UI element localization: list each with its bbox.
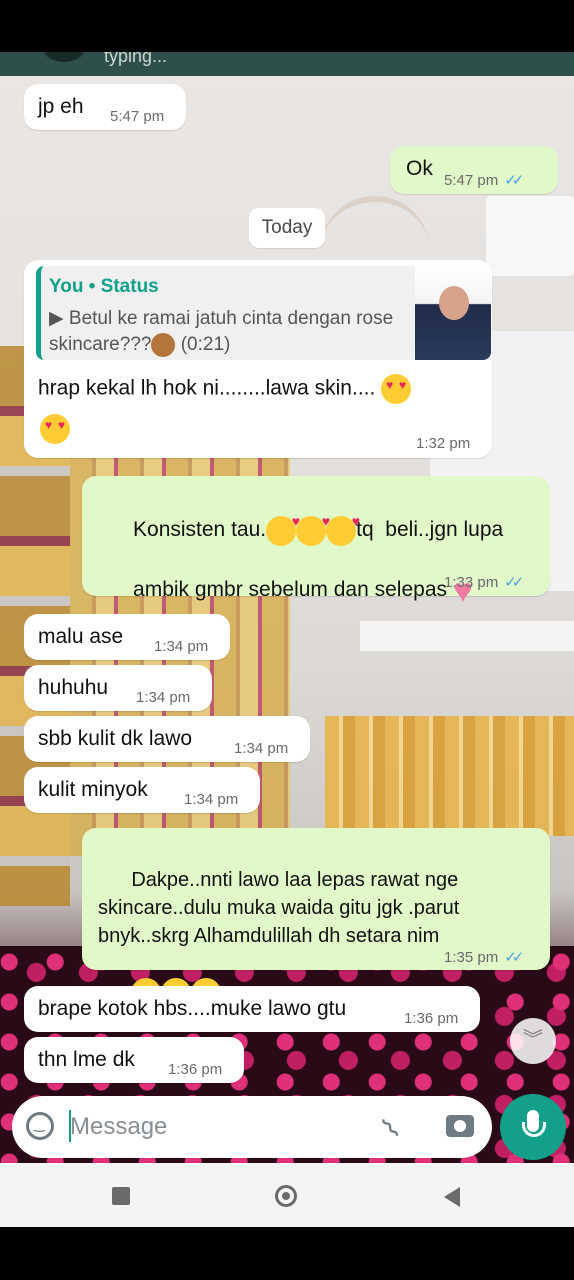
message-time: 1:35 pm ✓✓ <box>444 949 524 966</box>
message-time: 1:36 pm <box>168 1061 223 1078</box>
heart-eyes-emoji <box>40 414 70 444</box>
read-receipt-icon: ✓✓ <box>504 574 524 591</box>
heart-eyes-emoji <box>381 374 412 404</box>
message-time: 1:32 pm <box>416 435 471 452</box>
message-incoming[interactable]: malu ase 1:34 pm <box>24 614 230 660</box>
message-text: kulit minyok <box>38 778 148 801</box>
attach-icon[interactable]: ⌇ <box>375 1111 407 1145</box>
message-time: 1:34 pm <box>234 740 289 757</box>
message-time: 5:47 pm ✓✓ <box>444 172 524 189</box>
smiling-face-with-hearts-emoji <box>326 512 360 546</box>
message-text: brape kotok hbs....muke lawo gtu <box>38 997 347 1020</box>
system-nav-bar <box>0 1163 574 1227</box>
message-text: jp eh <box>38 95 84 118</box>
back-icon[interactable] <box>444 1187 460 1207</box>
chat-header[interactable]: typing... <box>0 52 574 76</box>
recent-apps-icon[interactable] <box>112 1187 130 1205</box>
message-text: Konsisten tau.tq beli..jgn lupa ambik gm… <box>98 486 538 635</box>
message-incoming[interactable]: sbb kulit dk lawo 1:34 pm <box>24 716 310 762</box>
date-divider: Today <box>249 208 325 248</box>
status-thumbnail <box>415 266 491 360</box>
wallpaper-aircon <box>486 196 574 276</box>
contact-avatar[interactable] <box>44 52 84 62</box>
quote-title: You • Status <box>49 276 159 297</box>
message-text: huhuhu <box>38 676 109 699</box>
message-outgoing[interactable]: Ok 5:47 pm ✓✓ <box>390 146 558 194</box>
see-no-evil-monkey-emoji <box>151 332 176 357</box>
message-text: hrap kekal lh hok ni........lawa skin...… <box>38 374 412 404</box>
text-cursor <box>69 1110 71 1142</box>
message-incoming[interactable]: kulit minyok 1:34 pm <box>24 767 260 813</box>
emoji-icon[interactable] <box>26 1112 54 1140</box>
message-incoming[interactable]: thn lme dk 1:36 pm <box>24 1037 244 1083</box>
video-icon: ▶ <box>49 308 69 329</box>
message-incoming[interactable]: huhuhu 1:34 pm <box>24 665 212 711</box>
camera-icon[interactable] <box>446 1115 474 1137</box>
message-text: malu ase <box>38 625 124 648</box>
bottom-bezel <box>0 1227 574 1280</box>
quote-duration: (0:21) <box>180 333 231 355</box>
message-text: sbb kulit dk lawo <box>38 727 193 750</box>
smiling-face-with-hearts-emoji <box>296 512 330 546</box>
message-time: 5:47 pm <box>110 108 165 125</box>
status-bar <box>0 0 574 52</box>
home-icon[interactable] <box>275 1185 297 1207</box>
message-time: 1:33 pm ✓✓ <box>444 574 524 591</box>
message-time: 1:34 pm <box>154 638 209 655</box>
message-text: thn lme dk <box>38 1048 135 1071</box>
read-receipt-icon: ✓✓ <box>504 172 524 189</box>
message-time: 1:34 pm <box>136 689 191 706</box>
conversation-area[interactable]: jp eh 5:47 pm Ok 5:47 pm ✓✓ Today You • S… <box>0 76 574 1163</box>
message-time: 1:34 pm <box>184 791 239 808</box>
message-time: 1:36 pm <box>404 1010 459 1027</box>
scroll-to-bottom-button[interactable]: ︾ <box>510 1018 556 1064</box>
smiling-face-with-hearts-emoji <box>266 512 300 546</box>
mic-icon <box>522 1110 546 1137</box>
quote-body: ▶ Betul ke ramai jatuh cinta dengan rose… <box>49 306 409 357</box>
message-incoming[interactable]: jp eh 5:47 pm <box>24 84 186 130</box>
quoted-status[interactable]: You • Status ▶ Betul ke ramai jatuh cint… <box>36 266 491 360</box>
wallpaper-bottles <box>325 716 574 836</box>
message-composer[interactable]: ⌇ <box>12 1096 492 1158</box>
voice-message-button[interactable] <box>500 1094 566 1160</box>
message-incoming[interactable]: brape kotok hbs....muke lawo gtu 1:36 pm <box>24 986 480 1032</box>
message-input[interactable] <box>68 1108 372 1146</box>
message-outgoing[interactable]: Konsisten tau.tq beli..jgn lupa ambik gm… <box>82 476 550 615</box>
double-chevron-down-icon: ︾ <box>523 1029 543 1051</box>
typing-status: typing... <box>104 52 168 66</box>
read-receipt-icon: ✓✓ <box>504 949 524 966</box>
message-text: Ok <box>406 157 433 180</box>
message-outgoing[interactable]: Dakpe..nnti lawo laa lepas rawat nge ski… <box>82 828 550 1008</box>
